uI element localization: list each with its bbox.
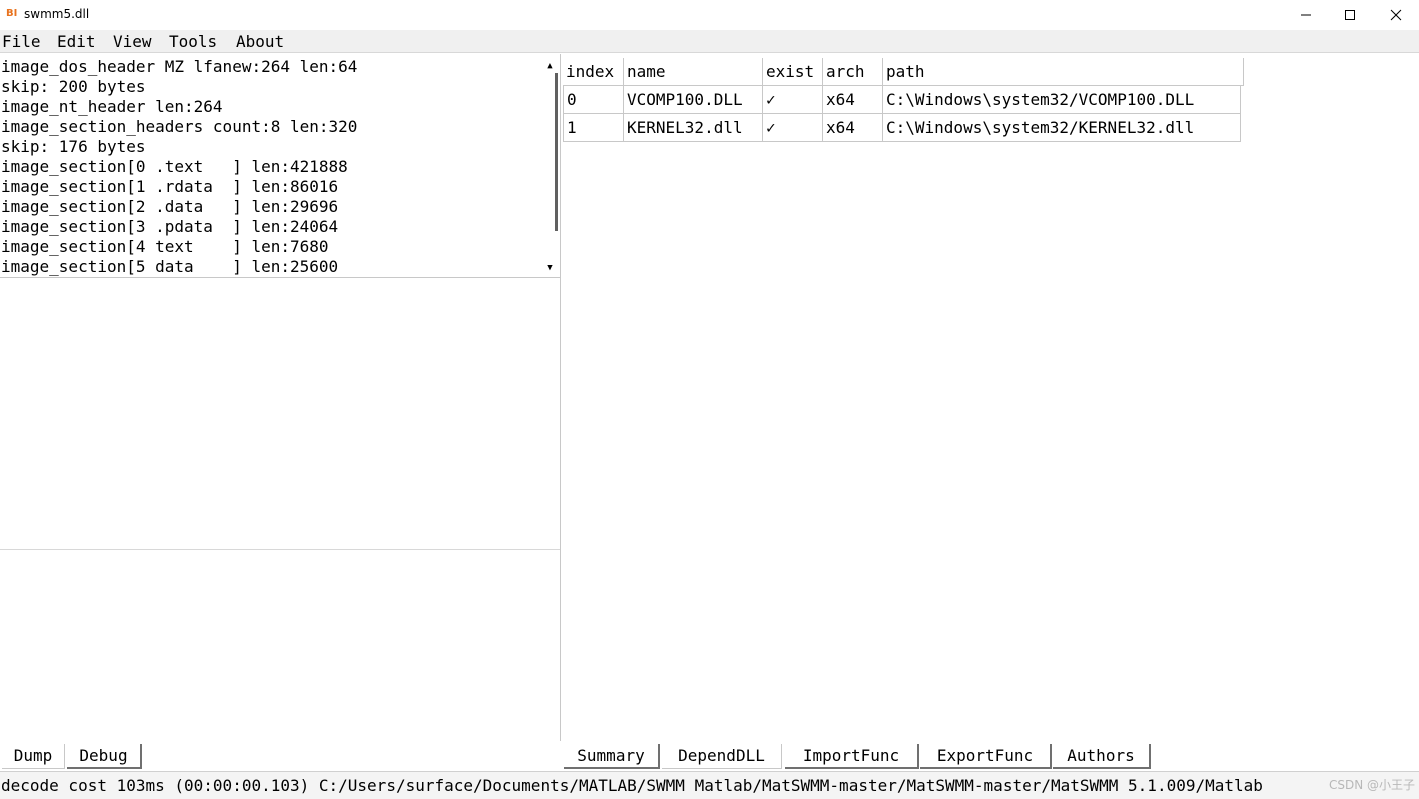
maximize-button[interactable]: [1327, 0, 1373, 30]
table-cell-arch[interactable]: x64: [822, 86, 882, 114]
dump-line: skip: 176 bytes: [1, 137, 146, 156]
tab-importfunc[interactable]: ImportFunc: [785, 744, 919, 769]
dump-scrollbar[interactable]: ▲ ▼: [541, 57, 559, 277]
table-cell-arch[interactable]: x64: [822, 114, 882, 142]
column-header-path[interactable]: path: [882, 58, 1244, 86]
dump-line: image_dos_header MZ lfanew:264 len:64: [1, 57, 358, 76]
menu-about[interactable]: About: [236, 32, 284, 52]
menu-view[interactable]: View: [113, 32, 152, 52]
column-header-index[interactable]: index: [563, 58, 623, 86]
table-cell-name[interactable]: VCOMP100.DLL: [623, 86, 762, 114]
menu-file[interactable]: File: [2, 32, 41, 52]
log-pane: [0, 278, 560, 550]
dump-line: image_section_headers count:8 len:320: [1, 117, 358, 136]
scroll-up-arrow-icon[interactable]: ▲: [541, 59, 559, 73]
table-cell-index[interactable]: 1: [563, 114, 623, 142]
scroll-down-arrow-icon[interactable]: ▼: [541, 261, 559, 275]
minimize-button[interactable]: [1283, 0, 1329, 30]
dump-line: image_section[0 .text ] len:421888: [1, 157, 348, 176]
close-icon: [1390, 9, 1402, 21]
table-cell-path[interactable]: C:\Windows\system32/KERNEL32.dll: [882, 114, 1241, 142]
dump-line: image_nt_header len:264: [1, 97, 223, 116]
status-bar: decode cost 103ms (00:00:00.103) C:/User…: [0, 771, 1419, 799]
menu-tools[interactable]: Tools: [169, 32, 217, 52]
scroll-thumb[interactable]: [555, 73, 558, 231]
table-cell-exist[interactable]: ✓: [762, 86, 822, 114]
menu-edit[interactable]: Edit: [57, 32, 96, 52]
column-header-name[interactable]: name: [623, 58, 762, 86]
maximize-icon: [1345, 10, 1355, 20]
window-title: swmm5.dll: [24, 7, 90, 21]
watermark: CSDN @小王子: [1328, 778, 1415, 792]
dump-line: image_section[1 .rdata ] len:86016: [1, 177, 339, 196]
column-header-exist[interactable]: exist: [762, 58, 822, 86]
tab-summary[interactable]: Summary: [564, 744, 660, 769]
dump-line: image_section[3 .pdata ] len:24064: [1, 217, 339, 236]
tab-exportfunc[interactable]: ExportFunc: [920, 744, 1052, 769]
column-header-arch[interactable]: arch: [822, 58, 882, 86]
table-cell-path[interactable]: C:\Windows\system32/VCOMP100.DLL: [882, 86, 1241, 114]
dump-line: image_section[4 text ] len:7680: [1, 237, 329, 256]
table-cell-index[interactable]: 0: [563, 86, 623, 114]
pane-divider[interactable]: [560, 54, 561, 741]
dump-line: skip: 200 bytes: [1, 77, 146, 96]
menu-bar: File Edit View Tools About: [0, 30, 1419, 53]
dump-line: image_section[5 data ] len:25600: [1, 257, 339, 276]
title-bar: BI swmm5.dll: [0, 0, 1419, 30]
close-button[interactable]: [1373, 0, 1419, 30]
debug-pane: [0, 551, 560, 741]
dump-line: image_section[2 .data ] len:29696: [1, 197, 339, 216]
tab-debug[interactable]: Debug: [67, 744, 142, 769]
tab-authors[interactable]: Authors: [1053, 744, 1151, 769]
tab-dependdll[interactable]: DependDLL: [662, 744, 782, 769]
minimize-icon: [1301, 14, 1311, 16]
status-text: decode cost 103ms (00:00:00.103) C:/User…: [1, 776, 1263, 795]
table-cell-exist[interactable]: ✓: [762, 114, 822, 142]
tab-dump[interactable]: Dump: [2, 744, 65, 769]
app-icon: BI: [6, 8, 18, 19]
table-cell-name[interactable]: KERNEL32.dll: [623, 114, 762, 142]
dump-text-area[interactable]: image_dos_header MZ lfanew:264 len:64 sk…: [0, 57, 560, 278]
